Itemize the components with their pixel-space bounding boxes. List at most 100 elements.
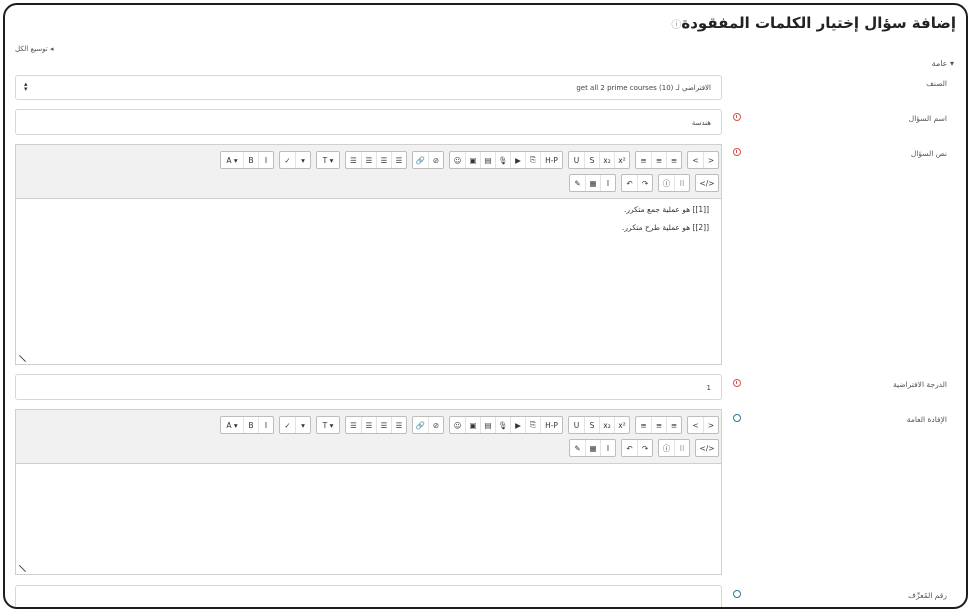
toolbar-button[interactable]: </> [696, 175, 718, 191]
default-mark-input[interactable]: 1 [15, 374, 722, 400]
toolbar-button[interactable]: ▤ [480, 417, 495, 433]
toolbar-button[interactable]: ⁝⁝ [674, 440, 689, 456]
toolbar-button[interactable]: H-P [540, 152, 562, 168]
toolbar-button[interactable]: I [258, 152, 273, 168]
toolbar-button[interactable]: T ▾ [317, 417, 339, 433]
general-feedback-editor[interactable]: A ▾ B I ✓ ▾ T ▾ ☰ ☰ ☰ ☰ 🔗 ⊘ ☺ ▣ ▤ 🎙 ▶ ⎘ H-P U Sx₂ x² ≡ ≡ ≡ < > ✎ ▦ I… [15, 409, 722, 575]
toolbar-button[interactable]: 🎙 [495, 417, 510, 433]
toolbar-button[interactable]: ≡ [666, 417, 681, 433]
toolbar-button[interactable]: ▣ [465, 152, 480, 168]
toolbar-button[interactable]: ▾ [295, 417, 310, 433]
toolbar-button[interactable]: ☰ [376, 152, 391, 168]
toolbar-button[interactable]: < [688, 417, 703, 433]
question-name-label: اسم السؤال [908, 114, 947, 123]
toolbar-button[interactable]: S [584, 152, 599, 168]
toolbar-button[interactable]: ✎ [570, 175, 585, 191]
toolbar-button[interactable]: A ▾ [221, 417, 243, 433]
toolbar-button[interactable]: ▦ [585, 440, 600, 456]
toolbar-button[interactable]: I [600, 440, 615, 456]
toolbar-button[interactable]: ▦ [585, 175, 600, 191]
toolbar-group: < > [687, 151, 719, 169]
toolbar-button[interactable]: < [688, 152, 703, 168]
toolbar-button[interactable]: ▤ [480, 152, 495, 168]
toolbar-button[interactable]: B [243, 417, 258, 433]
toolbar-button[interactable]: 🔗 [413, 417, 428, 433]
toolbar-button[interactable]: ≡ [651, 152, 666, 168]
toolbar-button[interactable]: ▶ [510, 152, 525, 168]
required-icon[interactable] [733, 148, 741, 156]
toolbar-button[interactable]: ☺ [450, 152, 465, 168]
toolbar-group: U Sx₂ x² [568, 151, 630, 169]
resize-handle-icon[interactable] [18, 355, 25, 362]
toolbar-button[interactable]: ↷ [637, 440, 652, 456]
expand-all-link[interactable]: ◂ توسيع الكل [15, 45, 53, 53]
toolbar-button[interactable]: H-P [540, 417, 562, 433]
toolbar-button[interactable]: ↶ [622, 175, 637, 191]
toolbar-button[interactable]: > [703, 152, 718, 168]
toolbar-button[interactable]: ☰ [361, 152, 376, 168]
toolbar-button[interactable]: ☰ [376, 417, 391, 433]
toolbar-button[interactable]: ▾ [295, 152, 310, 168]
category-select[interactable]: الافتراضي لـ get all 2 prime courses (10… [15, 75, 722, 100]
toolbar-button[interactable]: ⎘ [525, 152, 540, 168]
toolbar-button[interactable]: S [584, 417, 599, 433]
toolbar-button[interactable]: U [569, 152, 584, 168]
question-name-input[interactable]: هندسة [15, 109, 722, 135]
toolbar-button[interactable]: ⓘ [659, 440, 674, 456]
required-icon[interactable] [733, 113, 741, 121]
toolbar-button[interactable]: B [243, 152, 258, 168]
toolbar-button[interactable]: ≡ [651, 417, 666, 433]
id-number-label: رقم المُعرِّف [908, 591, 947, 600]
toolbar-button[interactable]: ☺ [450, 417, 465, 433]
toolbar-button[interactable]: </> [696, 440, 718, 456]
category-selected-value: الافتراضي لـ get all 2 prime courses (10… [576, 84, 711, 92]
question-text-label: نص السؤال [910, 149, 947, 158]
toolbar-button[interactable]: ☰ [346, 417, 361, 433]
toolbar-button[interactable]: x² [614, 417, 629, 433]
default-mark-label: الدرجة الافتراضية [892, 380, 947, 389]
question-text-content[interactable]: [[1]] هو عملية جمع متكرر. [[2]] هو عملية… [622, 201, 709, 237]
toolbar-button[interactable]: I [258, 417, 273, 433]
toolbar-button[interactable]: ⓘ [659, 175, 674, 191]
toolbar-button[interactable]: 🔗 [413, 152, 428, 168]
toolbar-button[interactable]: ≡ [636, 417, 651, 433]
toolbar-button[interactable]: ⎘ [525, 417, 540, 433]
section-general-toggle[interactable]: ▾ عامة [932, 59, 954, 68]
toolbar-button[interactable]: ▣ [465, 417, 480, 433]
toolbar-button[interactable]: ⊘ [428, 417, 443, 433]
toolbar-button[interactable]: ⁝⁝ [674, 175, 689, 191]
editor-toolbar: A ▾ B I ✓ ▾ T ▾ ☰ ☰ ☰ ☰ 🔗 ⊘ ☺ ▣ ▤ 🎙 ▶ ⎘ H-P U Sx₂ x² ≡ ≡ ≡ < > ✎ ▦ I… [16, 145, 721, 199]
toolbar-row-2: ✎ ▦ I ↶ ↷ ⓘ ⁝⁝ </> [569, 174, 719, 192]
toolbar-button[interactable]: ☰ [361, 417, 376, 433]
toolbar-button[interactable]: ✓ [280, 417, 295, 433]
toolbar-button[interactable]: x₂ [599, 417, 614, 433]
toolbar-button[interactable]: x₂ [599, 152, 614, 168]
toolbar-button[interactable]: 🎙 [495, 152, 510, 168]
question-text-editor[interactable]: A ▾ B I ✓ ▾ T ▾ ☰ ☰ ☰ ☰ 🔗 ⊘ ☺ ▣ ▤ 🎙 ▶ ⎘ H-P U Sx₂ x² ≡ ≡ ≡ < > ✎ ▦ I… [15, 144, 722, 365]
toolbar-button[interactable]: ≡ [636, 152, 651, 168]
toolbar-button[interactable]: ☰ [391, 417, 406, 433]
toolbar-button[interactable]: T ▾ [317, 152, 339, 168]
category-label: الصنف [926, 79, 947, 88]
toolbar-button[interactable]: I [600, 175, 615, 191]
help-icon[interactable] [733, 590, 741, 598]
toolbar-button[interactable]: ☰ [346, 152, 361, 168]
resize-handle-icon[interactable] [18, 565, 25, 572]
toolbar-button[interactable]: x² [614, 152, 629, 168]
toolbar-button[interactable]: > [703, 417, 718, 433]
toolbar-button[interactable]: A ▾ [221, 152, 243, 168]
toolbar-button[interactable]: U [569, 417, 584, 433]
required-icon[interactable] [733, 379, 741, 387]
toolbar-button[interactable]: ↷ [637, 175, 652, 191]
question-circle-icon[interactable]: ⓘ [671, 20, 681, 31]
toolbar-button[interactable]: ▶ [510, 417, 525, 433]
toolbar-button[interactable]: ☰ [391, 152, 406, 168]
toolbar-button[interactable]: ✎ [570, 440, 585, 456]
editor-toolbar: A ▾ B I ✓ ▾ T ▾ ☰ ☰ ☰ ☰ 🔗 ⊘ ☺ ▣ ▤ 🎙 ▶ ⎘ H-P U Sx₂ x² ≡ ≡ ≡ < > ✎ ▦ I… [16, 410, 721, 464]
toolbar-button[interactable]: ↶ [622, 440, 637, 456]
help-icon[interactable] [733, 414, 741, 422]
toolbar-button[interactable]: ≡ [666, 152, 681, 168]
toolbar-button[interactable]: ⊘ [428, 152, 443, 168]
id-number-input[interactable] [15, 585, 722, 607]
toolbar-button[interactable]: ✓ [280, 152, 295, 168]
